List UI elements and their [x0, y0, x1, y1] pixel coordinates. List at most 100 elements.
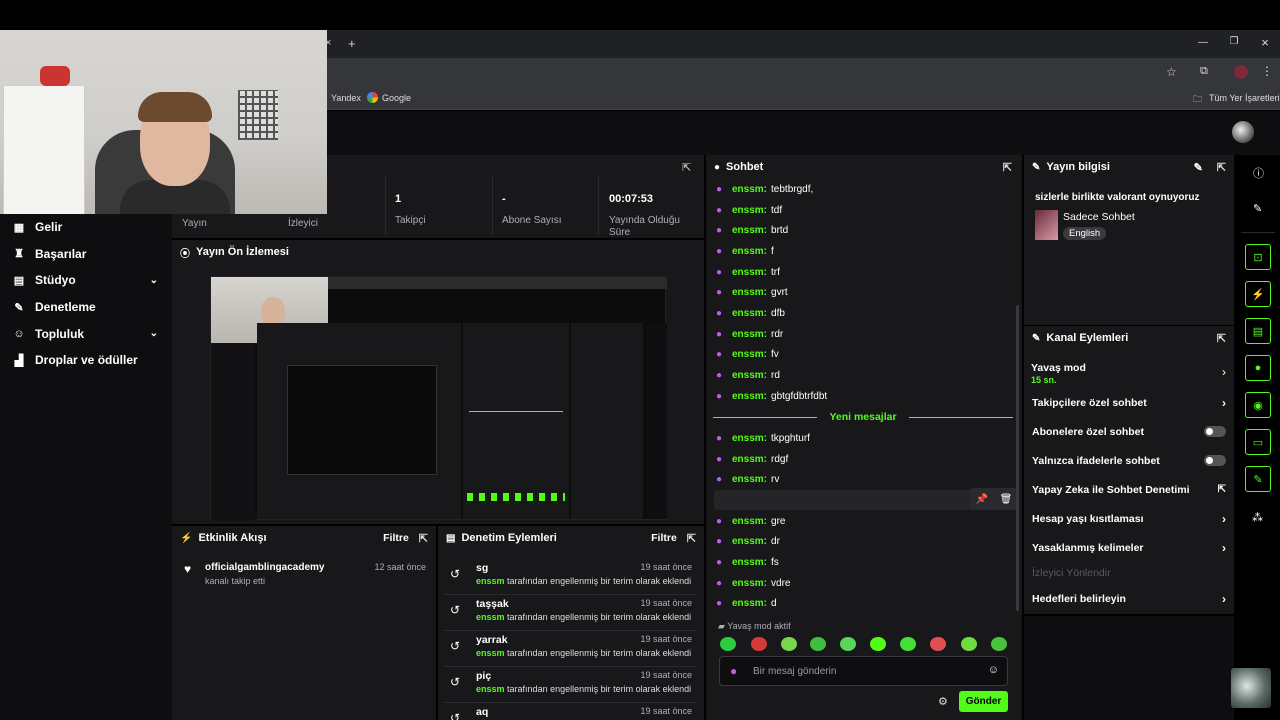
- user-avatar[interactable]: [1232, 121, 1254, 143]
- set-goals-row[interactable]: Hedefleri belirleyin ›: [1024, 584, 1234, 613]
- profile-avatar[interactable]: [1234, 65, 1248, 79]
- banned-words-row[interactable]: Yasaklanmış kelimeler ›: [1024, 533, 1234, 562]
- slow-mode-row[interactable]: Yavaş mod 15 sn. ›: [1024, 357, 1234, 389]
- chat-message[interactable]: ● enssm: vdre: [710, 573, 1016, 594]
- restore-icon[interactable]: ❐: [1224, 36, 1244, 47]
- undo-icon[interactable]: ↺: [450, 639, 460, 653]
- emote-icon[interactable]: [900, 637, 916, 651]
- chat-username[interactable]: enssm:: [732, 578, 767, 589]
- chat-username[interactable]: enssm:: [732, 370, 767, 381]
- ai-moderation-row[interactable]: Yapay Zeka ile Sohbet Denetimi ⇱: [1024, 475, 1234, 504]
- chat-message[interactable]: ● enssm: tdf: [710, 200, 1016, 221]
- chat-username[interactable]: enssm:: [732, 454, 767, 465]
- add-widget-icon[interactable]: ⁂: [1252, 511, 1263, 524]
- subscribers-only-toggle[interactable]: [1204, 426, 1226, 437]
- chat-username[interactable]: enssm:: [732, 433, 767, 444]
- emote-icon[interactable]: [840, 637, 856, 651]
- chat-username[interactable]: enssm:: [732, 205, 767, 216]
- chat-username[interactable]: enssm:: [732, 225, 767, 236]
- chat-username[interactable]: enssm:: [732, 246, 767, 257]
- minimize-icon[interactable]: —: [1193, 37, 1213, 48]
- rail-chat-button[interactable]: ●: [1245, 355, 1271, 381]
- bookmark-google[interactable]: Google: [382, 93, 411, 103]
- rail-preview-button[interactable]: ⊡: [1245, 244, 1271, 270]
- close-window-icon[interactable]: ×: [1255, 35, 1275, 50]
- pin-icon[interactable]: 📌: [976, 494, 988, 505]
- emote-icon[interactable]: [781, 637, 797, 651]
- chat-username[interactable]: enssm:: [732, 329, 767, 340]
- rail-activity-button[interactable]: ⚡: [1245, 281, 1271, 307]
- settings-gear-icon[interactable]: ⚙: [938, 695, 948, 708]
- chat-message[interactable]: ● enssm: rv: [710, 469, 1016, 490]
- chat-message[interactable]: ● enssm: gbtgfdbtrfdbt: [710, 386, 1016, 407]
- chat-username[interactable]: enssm:: [732, 536, 767, 547]
- new-tab-button[interactable]: +: [348, 36, 356, 51]
- chat-message[interactable]: ● enssm: fs: [710, 552, 1016, 573]
- rail-actions-button[interactable]: ✎: [1245, 466, 1271, 492]
- filter-button[interactable]: Filtre: [651, 532, 677, 544]
- chat-message[interactable]: ● enssm: tkpghturf: [710, 428, 1016, 449]
- send-button[interactable]: Gönder: [959, 691, 1008, 712]
- rail-broadcast-button[interactable]: ◉: [1245, 392, 1271, 418]
- activity-user[interactable]: officialgamblingacademy: [205, 562, 324, 573]
- chat-username[interactable]: enssm:: [732, 516, 767, 527]
- filter-button[interactable]: Filtre: [383, 532, 409, 544]
- sidebar-item-basarilar[interactable]: ♜ Başarılar: [0, 241, 172, 268]
- chat-username[interactable]: enssm:: [732, 308, 767, 319]
- chat-message[interactable]: ● enssm: rd: [710, 365, 1016, 386]
- emote-icon[interactable]: [930, 637, 946, 651]
- undo-icon[interactable]: ↺: [450, 603, 460, 617]
- chat-message[interactable]: ● enssm: rdr: [710, 324, 1016, 345]
- followers-only-row[interactable]: Takipçilere özel sohbet ›: [1024, 388, 1234, 417]
- edit-icon[interactable]: ✎: [1253, 202, 1262, 215]
- browser-menu-icon[interactable]: ⋮: [1261, 64, 1273, 78]
- chat-username[interactable]: enssm:: [732, 598, 767, 609]
- chat-message[interactable]: ● enssm: trf: [710, 262, 1016, 283]
- chat-input[interactable]: ● Bir mesaj gönderin ☺: [719, 656, 1008, 686]
- info-icon[interactable]: ⓘ: [1253, 165, 1264, 181]
- edit-icon[interactable]: ✎: [1194, 161, 1203, 174]
- star-icon[interactable]: ☆: [1166, 65, 1177, 79]
- emote-icon[interactable]: [991, 637, 1007, 651]
- trash-icon[interactable]: 🗑: [1000, 494, 1013, 505]
- bookmark-yandex[interactable]: Yandex: [331, 93, 361, 103]
- popout-icon[interactable]: ⇱: [687, 532, 696, 545]
- sidebar-item-denetleme[interactable]: ✎ Denetleme: [0, 294, 172, 321]
- chat-message[interactable]: ● enssm: tebtbrgdf,: [710, 179, 1016, 200]
- popout-icon[interactable]: ⇱: [1217, 161, 1226, 174]
- chat-username[interactable]: enssm:: [732, 557, 767, 568]
- chat-message[interactable]: ● enssm: d: [710, 594, 1016, 615]
- emote-icon[interactable]: [870, 637, 886, 651]
- chat-username[interactable]: enssm:: [732, 391, 767, 402]
- popout-icon[interactable]: ⇱: [682, 161, 691, 174]
- sidebar-item-topluluk[interactable]: ☺ Topluluk ⌄: [0, 320, 172, 347]
- chat-message[interactable]: ● enssm: fv: [710, 345, 1016, 366]
- rail-info-button[interactable]: ▭: [1245, 429, 1271, 455]
- undo-icon[interactable]: ↺: [450, 675, 460, 689]
- chat-username[interactable]: enssm:: [732, 267, 767, 278]
- chat-message[interactable]: ● enssm: gvrt: [710, 282, 1016, 303]
- chat-username[interactable]: enssm:: [732, 474, 767, 485]
- all-bookmarks[interactable]: Tüm Yer İşaretleri: [1209, 93, 1280, 103]
- popout-icon[interactable]: ⇱: [1217, 332, 1226, 345]
- chat-message[interactable]: ● enssm: f: [710, 241, 1016, 262]
- emoji-icon[interactable]: ☺: [988, 664, 999, 676]
- chat-message[interactable]: ● enssm: dfb: [710, 303, 1016, 324]
- sidebar-item-studyo[interactable]: ▤ Stüdyo ⌄: [0, 267, 172, 294]
- chat-scrollbar[interactable]: [1016, 305, 1019, 611]
- emote-icon[interactable]: [810, 637, 826, 651]
- account-age-row[interactable]: Hesap yaşı kısıtlaması ›: [1024, 504, 1234, 533]
- emote-icon[interactable]: [961, 637, 977, 651]
- sidebar-item-droplar[interactable]: ▟ Droplar ve ödüller: [0, 347, 172, 374]
- rail-moderation-button[interactable]: ▤: [1245, 318, 1271, 344]
- category-name[interactable]: Sadece Sohbet: [1063, 211, 1135, 223]
- sidebar-item-gelir[interactable]: ▦ Gelir: [0, 214, 172, 241]
- popout-icon[interactable]: ⇱: [1003, 161, 1012, 174]
- chat-message[interactable]: ● enssm: brtd: [710, 220, 1016, 241]
- chat-message[interactable]: ● enssm: gre: [710, 511, 1016, 532]
- chat-username[interactable]: enssm:: [732, 287, 767, 298]
- emote-icon[interactable]: [720, 637, 736, 651]
- emotes-only-toggle[interactable]: [1204, 455, 1226, 466]
- undo-icon[interactable]: ↺: [450, 711, 460, 720]
- chat-username[interactable]: enssm:: [732, 184, 767, 195]
